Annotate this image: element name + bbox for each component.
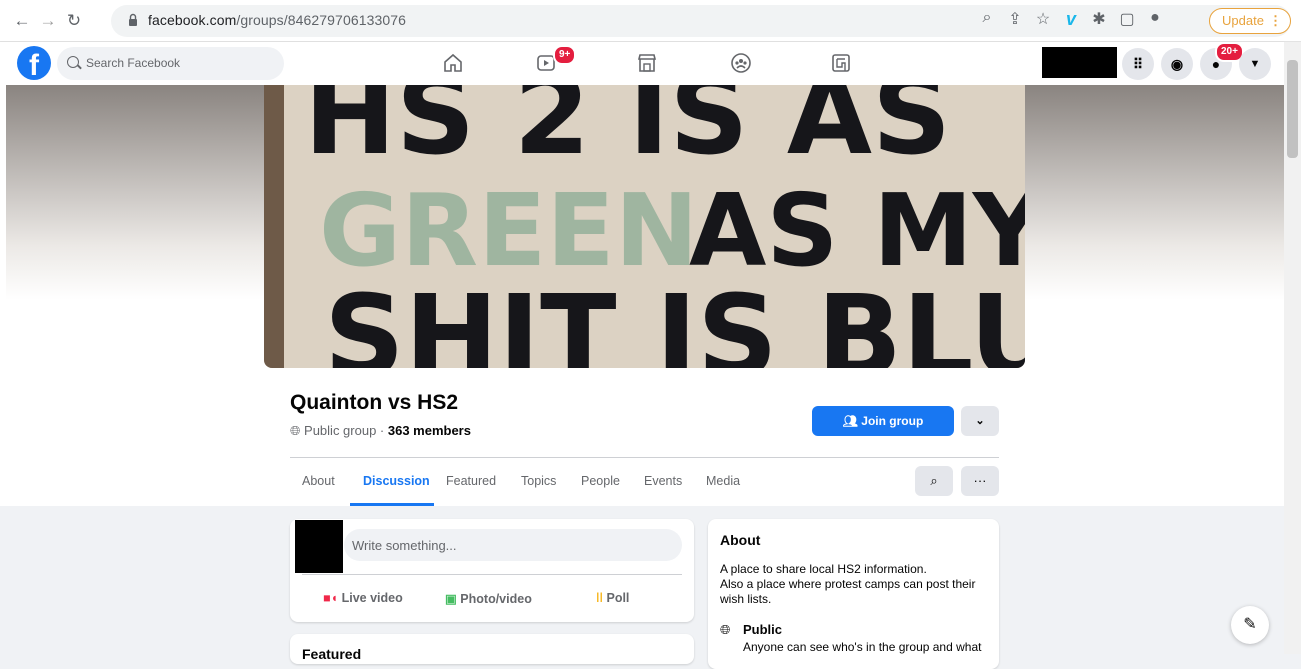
about-line-1: A place to share local HS2 information. xyxy=(720,562,927,576)
join-label: Join group xyxy=(861,414,924,428)
redacted-avatar xyxy=(295,520,343,573)
about-public-description: Anyone can see who's in the group and wh… xyxy=(743,640,982,654)
reload-icon[interactable]: ↻ xyxy=(62,9,86,33)
tab-events[interactable]: Events xyxy=(644,474,682,488)
update-label: Update xyxy=(1222,13,1264,28)
composer-placeholder: Write something... xyxy=(352,538,457,553)
compose-icon: ✎ xyxy=(1243,616,1257,633)
account-dropdown-icon[interactable]: ▼ xyxy=(1239,48,1271,80)
facebook-header: f Search Facebook 9+ ⠿ ◉ ● 20+ ▼ xyxy=(0,42,1284,85)
redacted-profile[interactable] xyxy=(1042,47,1117,78)
globe-icon: 🌐︎ xyxy=(720,622,731,637)
search-input[interactable]: Search Facebook xyxy=(57,47,284,80)
about-public-title: Public xyxy=(743,622,783,637)
poll-button[interactable]: ǀǀ Poll xyxy=(596,591,629,605)
url-path: /groups/846279706133076 xyxy=(236,12,407,28)
groups-icon[interactable] xyxy=(728,50,754,76)
cover-photo[interactable]: HS 2 IS AS GREEN AS MY SHIT IS BLUE xyxy=(264,85,1025,368)
featured-title: Featured xyxy=(302,646,362,662)
extensions-puzzle-icon[interactable]: ✱ xyxy=(1088,9,1110,29)
browser-toolbar: ← → ↻ facebook.com/groups/84627970613307… xyxy=(0,0,1301,42)
more-dots-icon: ··· xyxy=(973,473,987,488)
tab-about[interactable]: About xyxy=(302,474,335,488)
photo-video-label: Photo/video xyxy=(460,592,532,606)
tab-featured[interactable]: Featured xyxy=(446,474,496,488)
active-tab-indicator xyxy=(350,503,434,506)
composer-divider xyxy=(302,574,682,575)
live-video-label: Live video xyxy=(341,591,403,605)
live-video-icon: ■◖ xyxy=(323,591,339,605)
group-privacy: Public group · xyxy=(304,423,388,438)
poll-icon: ǀǀ xyxy=(596,591,603,605)
forward-icon[interactable]: → xyxy=(36,9,60,33)
menu-grid-icon[interactable]: ⠿ xyxy=(1122,48,1154,80)
banner-line-3: SHIT IS BLUE xyxy=(324,272,1025,368)
group-meta: 🌐︎ Public group · 363 members xyxy=(290,423,471,439)
search-placeholder: Search Facebook xyxy=(86,56,181,70)
bookmark-star-icon[interactable]: ☆ xyxy=(1032,9,1054,29)
chevron-down-icon: ⌄ xyxy=(975,415,985,427)
back-icon[interactable]: ← xyxy=(10,9,34,33)
update-button[interactable]: Update ⋮ xyxy=(1209,8,1291,34)
banner-line-1: HS 2 IS AS xyxy=(304,85,951,179)
tab-topics[interactable]: Topics xyxy=(521,474,556,488)
search-icon: ⌕ xyxy=(930,473,938,488)
tab-people[interactable]: People xyxy=(581,474,620,488)
tab-discussion[interactable]: Discussion xyxy=(363,474,430,488)
group-more-button[interactable]: ··· xyxy=(961,466,999,496)
more-options-dropdown[interactable]: ⌄ xyxy=(961,406,999,436)
gaming-icon[interactable] xyxy=(828,50,854,76)
facebook-logo-icon[interactable]: f xyxy=(17,46,51,80)
group-members[interactable]: 363 members xyxy=(388,423,471,438)
group-title[interactable]: Quainton vs HS2 xyxy=(290,391,458,415)
photo-icon: ▣ xyxy=(445,592,457,606)
about-description: A place to share local HS2 information. … xyxy=(720,562,990,607)
join-group-button[interactable]: 👥︎ Join group xyxy=(812,406,954,436)
menu-dots-icon: ⋮ xyxy=(1269,13,1282,28)
live-video-button[interactable]: ■◖ Live video xyxy=(323,591,403,605)
about-title: About xyxy=(720,532,761,548)
scrollbar-thumb[interactable] xyxy=(1287,60,1298,158)
group-search-button[interactable]: ⌕ xyxy=(915,466,953,496)
write-something-input[interactable]: Write something... xyxy=(344,529,682,561)
share-icon[interactable]: ⇪ xyxy=(1004,9,1026,29)
side-panel-icon[interactable]: ▢ xyxy=(1116,9,1138,29)
photo-video-button[interactable]: ▣ Photo/video xyxy=(445,591,532,606)
poll-label: Poll xyxy=(606,591,630,605)
url-text[interactable]: facebook.com/groups/846279706133076 xyxy=(148,12,406,28)
home-icon[interactable] xyxy=(440,50,466,76)
group-people-icon: 👥︎ xyxy=(842,414,858,428)
watch-badge: 9+ xyxy=(553,45,577,65)
vimeo-extension-icon[interactable]: v xyxy=(1060,9,1082,30)
messenger-icon[interactable]: ◉ xyxy=(1161,48,1193,80)
profile-icon[interactable]: ● xyxy=(1144,9,1166,27)
new-message-button[interactable]: ✎ xyxy=(1231,606,1269,644)
header-divider xyxy=(290,457,999,458)
about-line-3: wish lists. xyxy=(720,592,772,606)
cover-banner-image: HS 2 IS AS GREEN AS MY SHIT IS BLUE xyxy=(264,85,1025,368)
lock-icon xyxy=(129,13,137,26)
globe-icon: 🌐︎ xyxy=(290,423,301,438)
tab-media[interactable]: Media xyxy=(706,474,740,488)
marketplace-icon[interactable] xyxy=(634,50,660,76)
search-icon xyxy=(67,56,79,68)
url-host: facebook.com xyxy=(148,12,237,28)
about-line-2: Also a place where protest camps can pos… xyxy=(720,577,976,591)
zoom-icon[interactable]: ⌕ xyxy=(976,9,998,27)
